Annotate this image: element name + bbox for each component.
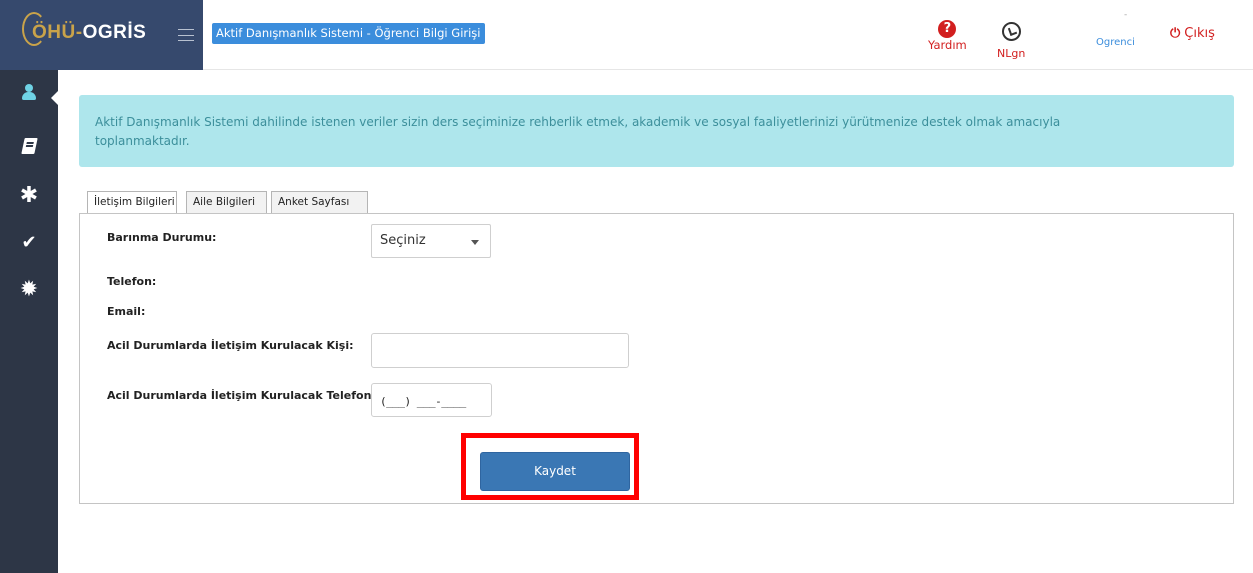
- sidebar-item-settings[interactable]: ✹: [0, 269, 58, 309]
- emergency-contact-input[interactable]: [371, 333, 629, 368]
- active-indicator: [51, 90, 59, 106]
- logout-label: Çıkış: [1184, 26, 1215, 41]
- user-name: -: [1124, 10, 1128, 20]
- sidebar-item-courses[interactable]: [0, 126, 58, 166]
- info-alert: Aktif Danışmanlık Sistemi dahilinde iste…: [79, 95, 1234, 167]
- sidebar: ✱ ✔ ✹: [0, 70, 59, 573]
- help-label: Yardım: [928, 38, 967, 52]
- tab-contact-info[interactable]: İletişim Bilgileri: [87, 191, 177, 214]
- phone-label: Telefon:: [107, 275, 157, 288]
- menu-toggle-icon[interactable]: [178, 29, 194, 41]
- tab-survey[interactable]: Anket Sayfası: [271, 191, 368, 213]
- asterisk-icon: ✱: [19, 182, 39, 208]
- housing-select-value: Seçiniz: [380, 233, 426, 248]
- logo-area[interactable]: ÖHÜ-OGRİS: [0, 0, 203, 70]
- power-icon: ⏻: [1170, 26, 1181, 41]
- info-line-1: Aktif Danışmanlık Sistemi dahilinde iste…: [95, 115, 1061, 129]
- emergency-phone-input[interactable]: (___) ___-____: [371, 383, 492, 417]
- user-role: Ogrenci: [1096, 37, 1135, 48]
- question-circle-icon: ?: [938, 20, 957, 38]
- gear-icon: ✹: [19, 276, 39, 302]
- housing-select[interactable]: Seçiniz: [371, 224, 491, 258]
- help-button[interactable]: ? Yardım: [928, 20, 967, 52]
- nlgn-button[interactable]: NLgn: [997, 22, 1025, 60]
- sidebar-item-profile[interactable]: [0, 72, 59, 112]
- contact-form-panel: Barınma Durumu: Seçiniz Telefon: Email: …: [79, 213, 1234, 504]
- logo-suffix: OGRİS: [82, 22, 147, 43]
- email-label: Email:: [107, 305, 146, 318]
- save-button-highlight: [461, 433, 639, 500]
- logout-button[interactable]: ⏻ Çıkış: [1170, 26, 1215, 41]
- nlgn-label: NLgn: [997, 47, 1026, 60]
- tab-family-info[interactable]: Aile Bilgileri: [186, 191, 267, 213]
- housing-label: Barınma Durumu:: [107, 231, 217, 244]
- page-title: Aktif Danışmanlık Sistemi - Öğrenci Bilg…: [212, 23, 485, 44]
- info-line-2: toplanmaktadır.: [95, 134, 190, 148]
- logo-prefix: ÖHÜ-: [32, 22, 83, 43]
- emergency-phone-label: Acil Durumlarda İletişim Kurulacak Telef…: [107, 389, 376, 402]
- app-logo: ÖHÜ-OGRİS: [32, 22, 146, 44]
- sidebar-item-asterisk[interactable]: ✱: [0, 175, 58, 215]
- user-icon: [21, 84, 37, 100]
- sidebar-item-check[interactable]: ✔: [0, 222, 58, 262]
- emergency-contact-label: Acil Durumlarda İletişim Kurulacak Kişi:: [107, 339, 354, 352]
- chevron-down-icon: [471, 240, 479, 245]
- top-header: ÖHÜ-OGRİS Aktif Danışmanlık Sistemi - Öğ…: [0, 0, 1253, 70]
- clock-refresh-icon: [1001, 22, 1021, 41]
- book-icon: [20, 138, 38, 154]
- check-icon: ✔: [21, 231, 37, 253]
